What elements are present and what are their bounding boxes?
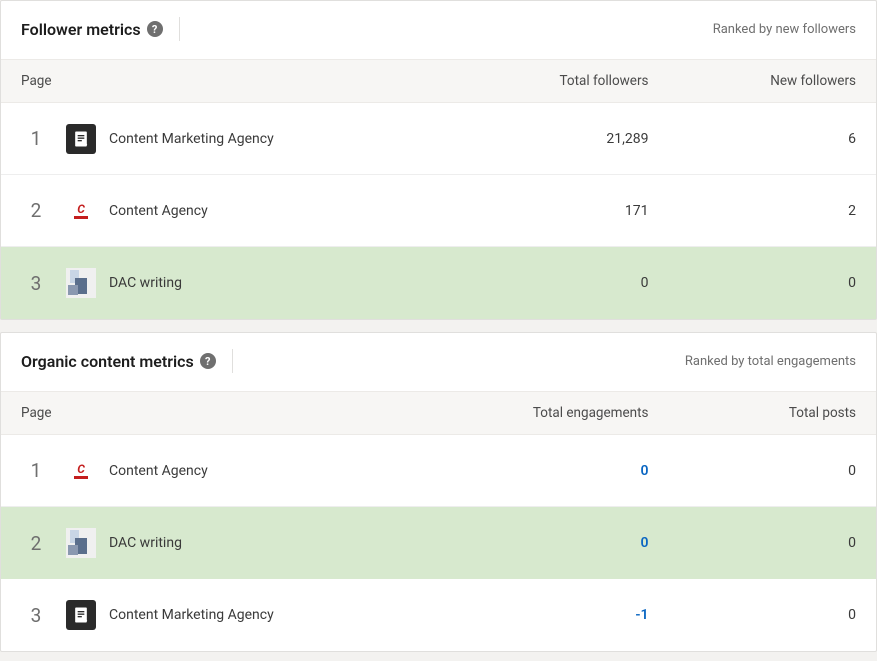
page-avatar: C (66, 196, 96, 226)
metric-value-2: 0 (649, 463, 857, 479)
metric-value-2: 0 (649, 607, 857, 623)
metrics-panel: Follower metrics? Ranked by new followers… (0, 0, 877, 320)
document-icon (71, 129, 91, 149)
metric-value-1: 0 (441, 275, 649, 291)
panel-subtitle: Ranked by total engagements (685, 354, 856, 369)
table-row[interactable]: 2DAC writing00 (1, 507, 876, 579)
metric-value-1: 21,289 (441, 131, 649, 147)
metric-value-2: 6 (649, 131, 857, 147)
page-name: DAC writing (101, 275, 441, 291)
column-metric-1: Total followers (441, 73, 649, 89)
page-avatar (66, 268, 96, 298)
divider (232, 349, 233, 373)
table-row[interactable]: 3 Content Marketing Agency-10 (1, 579, 876, 651)
column-metric-2: Total posts (649, 405, 857, 421)
divider (179, 17, 180, 41)
rank-number: 1 (1, 127, 61, 150)
logo-glyph: C (77, 203, 85, 215)
rank-number: 3 (1, 272, 61, 295)
page-avatar: C (66, 456, 96, 486)
metrics-panel: Organic content metrics? Ranked by total … (0, 332, 877, 652)
page-name: Content Marketing Agency (101, 131, 441, 147)
metric-value-1[interactable]: 0 (441, 535, 649, 551)
help-icon[interactable]: ? (147, 21, 163, 37)
metric-value-2: 2 (649, 203, 857, 219)
column-page: Page (1, 405, 441, 421)
page-avatar (66, 528, 96, 558)
help-icon[interactable]: ? (200, 353, 216, 369)
panel-subtitle: Ranked by new followers (713, 22, 856, 37)
rank-number: 1 (1, 459, 61, 482)
page-avatar (66, 600, 96, 630)
column-page: Page (1, 73, 441, 89)
rank-number: 2 (1, 532, 61, 555)
column-metric-2: New followers (649, 73, 857, 89)
panel-header: Follower metrics? Ranked by new followers (1, 1, 876, 59)
table-row[interactable]: 1 Content Marketing Agency21,2896 (1, 103, 876, 175)
document-icon (71, 605, 91, 625)
table-header: PageTotal engagementsTotal posts (1, 391, 876, 435)
table-row[interactable]: 2CContent Agency1712 (1, 175, 876, 247)
metric-value-1[interactable]: -1 (441, 607, 649, 623)
page-name: DAC writing (101, 535, 441, 551)
panel-title: Organic content metrics (21, 352, 194, 371)
column-metric-1: Total engagements (441, 405, 649, 421)
page-avatar (66, 124, 96, 154)
table-row[interactable]: 3DAC writing00 (1, 247, 876, 319)
page-name: Content Marketing Agency (101, 607, 441, 623)
logo-bar (74, 216, 88, 219)
panel-header: Organic content metrics? Ranked by total … (1, 333, 876, 391)
metric-value-2: 0 (649, 535, 857, 551)
logo-glyph: C (77, 463, 85, 475)
page-name: Content Agency (101, 463, 441, 479)
rank-number: 3 (1, 604, 61, 627)
rank-number: 2 (1, 199, 61, 222)
panel-title: Follower metrics (21, 20, 141, 39)
metric-value-1[interactable]: 0 (441, 463, 649, 479)
logo-bar (74, 476, 88, 479)
metric-value-1: 171 (441, 203, 649, 219)
table-header: PageTotal followersNew followers (1, 59, 876, 103)
metric-value-2: 0 (649, 275, 857, 291)
table-row[interactable]: 1CContent Agency00 (1, 435, 876, 507)
page-name: Content Agency (101, 203, 441, 219)
